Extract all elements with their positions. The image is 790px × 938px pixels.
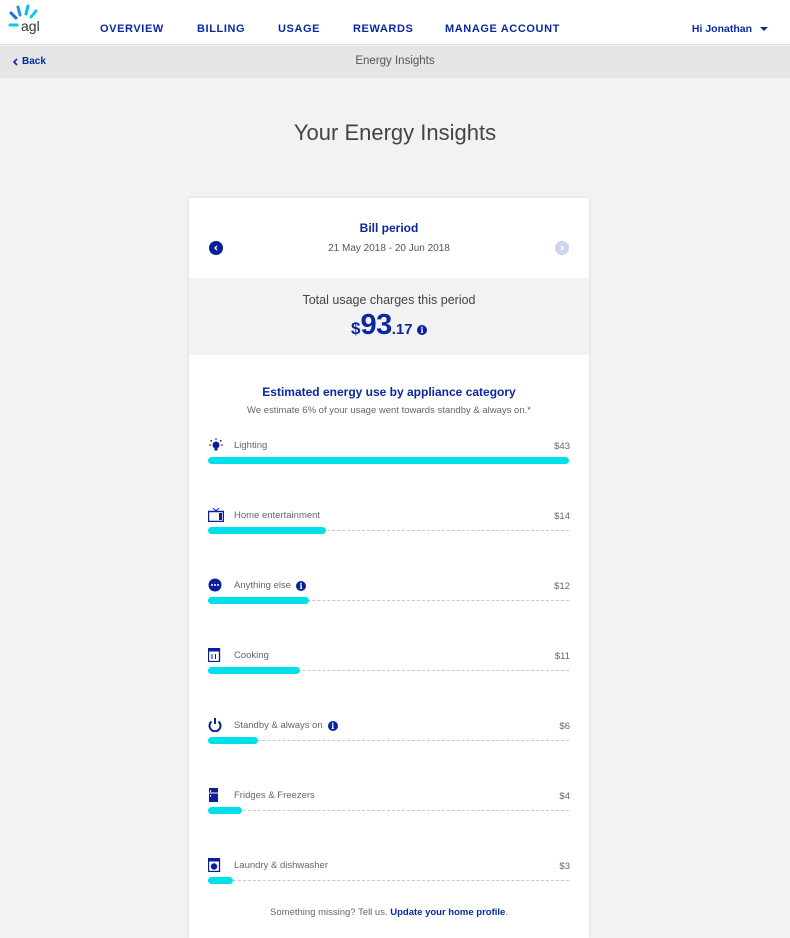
appliance-cost: $12 [554, 581, 570, 592]
appliance-label: Laundry & dishwasher [234, 860, 328, 871]
info-icon[interactable]: i [417, 324, 428, 335]
appliance-row: Fridges & Freezers $4 [208, 788, 570, 828]
appliance-cost: $4 [559, 791, 570, 802]
usage-bar-fill [208, 737, 258, 744]
nav-overview[interactable]: OVERVIEW [100, 23, 164, 35]
usage-bar-fill [208, 597, 309, 604]
appliance-label-text: Laundry & dishwasher [234, 860, 328, 871]
appliance-cost: $43 [554, 441, 570, 452]
sub-header-title: Energy Insights [355, 55, 435, 67]
fridge-icon [208, 788, 224, 802]
total-charges-panel: Total usage charges this period $93.17 i [189, 278, 589, 355]
nav-rewards[interactable]: REWARDS [353, 23, 413, 35]
tv-icon [208, 508, 224, 522]
oven-icon [208, 648, 224, 662]
nav-manage-account[interactable]: MANAGE ACCOUNT [445, 23, 560, 35]
appliance-label-text: Home entertainment [234, 510, 321, 521]
amount-dollars: 93 [360, 309, 392, 341]
previous-period-button[interactable] [209, 241, 223, 255]
agl-logo[interactable]: agl [8, 4, 48, 40]
appliance-label: Lighting [234, 440, 267, 451]
update-home-profile-link[interactable]: Update your home profile [390, 907, 505, 918]
appliance-label: Fridges & Freezers [234, 790, 315, 801]
amount-cents: .17 [391, 321, 413, 338]
page-title: Your Energy Insights [293, 120, 497, 145]
appliance-cost: $6 [559, 721, 570, 732]
usage-bar-fill [208, 807, 242, 814]
appliance-label-text: Standby & always on [234, 720, 323, 731]
appliance-label: Home entertainment [234, 510, 320, 521]
appliance-row: Home entertainment $14 [208, 508, 570, 548]
user-menu[interactable]: Hi Jonathan [692, 23, 768, 35]
svg-text:agl: agl [21, 18, 40, 34]
usage-bar-track [208, 810, 569, 811]
appliance-label: Cooking [234, 650, 269, 661]
appliance-row: Lighting $43 [208, 438, 570, 478]
top-navigation: agl OVERVIEW BILLING USAGE REWARDS MANAG… [0, 0, 790, 45]
sub-header: Back Energy Insights [0, 46, 790, 78]
footer-trailing: . [505, 907, 508, 918]
appliance-row: Standby & always on i $6 [208, 718, 570, 758]
appliance-label: Standby & always on i [234, 720, 338, 731]
chevron-right-icon [560, 245, 564, 251]
footer-text: Something missing? Tell us. [270, 907, 388, 918]
usage-bar-fill [208, 527, 326, 534]
appliance-row: Anything else i $12 [208, 578, 570, 618]
nav-billing[interactable]: BILLING [197, 23, 245, 35]
appliance-cost: $11 [554, 651, 570, 662]
usage-bar-fill [208, 457, 569, 464]
info-icon[interactable]: i [296, 580, 307, 591]
insights-card: Bill period 21 May 2018 - 20 Jun 2018 To… [189, 198, 589, 938]
appliance-label-text: Lighting [234, 440, 268, 451]
more-dots-icon [208, 578, 224, 592]
total-charges-amount: $93.17 i [189, 309, 589, 342]
usage-bar-fill [208, 877, 233, 884]
washing-machine-icon [208, 858, 224, 872]
appliance-label-text: Fridges & Freezers [234, 790, 315, 801]
usage-bar-track [208, 740, 569, 741]
nav-usage[interactable]: USAGE [278, 23, 320, 35]
lightbulb-icon [208, 438, 224, 452]
appliance-label-text: Anything else [234, 580, 292, 591]
next-period-button[interactable] [555, 241, 569, 255]
bill-period-dates: 21 May 2018 - 20 Jun 2018 [328, 243, 450, 254]
chevron-left-icon [214, 245, 218, 251]
appliance-row: Laundry & dishwasher $3 [208, 858, 570, 898]
appliance-cost: $14 [554, 511, 570, 522]
appliance-section-subtitle: We estimate 6% of your usage went toward… [247, 405, 531, 416]
appliance-row: Cooking $11 [208, 648, 570, 688]
bill-period-label: Bill period [359, 221, 419, 235]
caret-down-icon [760, 27, 768, 31]
appliance-label: Anything else i [234, 580, 307, 591]
appliance-section-title: Estimated energy use by appliance catego… [262, 385, 516, 399]
power-icon [208, 718, 224, 732]
total-charges-label: Total usage charges this period [302, 293, 476, 307]
appliance-cost: $3 [559, 861, 570, 872]
usage-bar-fill [208, 667, 300, 674]
info-icon[interactable]: i [327, 720, 338, 731]
usage-bar-track [208, 880, 569, 881]
appliance-label-text: Cooking [234, 650, 269, 661]
user-greeting: Hi Jonathan [691, 23, 752, 35]
footer-note: Something missing? Tell us. Update your … [189, 907, 589, 918]
